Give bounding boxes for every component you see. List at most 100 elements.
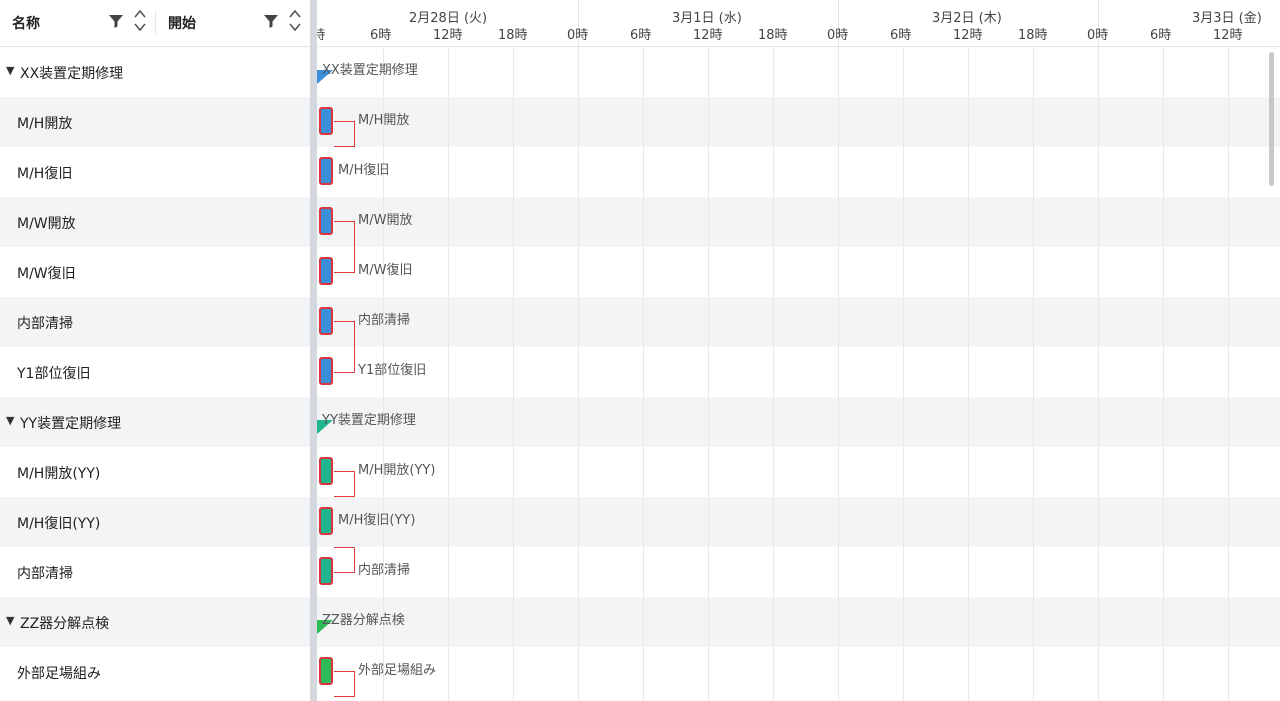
grid-row[interactable]: Y1部位復旧 [0,347,310,397]
hour-label: 12時 [953,28,983,43]
task-label: M/W復旧 [358,263,413,278]
task-label: M/H復旧(YY) [338,513,416,528]
collapse-arrow-icon[interactable]: ▼ [6,614,14,627]
dependency-link[interactable] [334,221,355,273]
task-bar[interactable] [319,557,333,585]
filter-icon[interactable] [263,13,279,29]
column-divider[interactable] [155,10,156,34]
grid-row[interactable]: 内部清掃 [0,547,310,597]
grid-line [513,46,514,701]
dependency-link[interactable] [334,321,355,373]
grid-row[interactable]: M/H復旧 [0,147,310,197]
row-label: M/W復旧 [17,266,76,282]
grid-line [838,46,839,701]
row-label: ZZ器分解点検 [20,616,110,632]
grid-row[interactable]: 外部足場組み [0,647,310,697]
gantt-row [317,297,1280,347]
grid-row[interactable]: 内部清掃 [0,297,310,347]
collapse-arrow-icon[interactable]: ▼ [6,414,14,427]
dependency-link[interactable] [334,547,355,573]
gantt-row [317,397,1280,447]
row-label: M/H開放(YY) [17,466,101,482]
hour-label: 0時 [1087,28,1109,43]
hour-label: 0時 [567,28,589,43]
timeline-header: 2月28日 (火) 3月1日 (水) 3月2日 (木) 3月3日 (金) 0時 … [317,0,1280,47]
row-label: M/W開放 [17,216,76,232]
task-label: YY装置定期修理 [322,413,416,428]
grid-header: 名称 開始 [0,0,310,47]
row-label: XX装置定期修理 [20,66,124,82]
grid-line [1033,46,1034,701]
gantt-row [317,247,1280,297]
grid-line [903,46,904,701]
gantt-chart: 2月28日 (火) 3月1日 (水) 3月2日 (木) 3月3日 (金) 0時 … [317,0,1280,701]
hour-label: 18時 [498,28,528,43]
task-bar[interactable] [319,157,333,185]
grid-line [773,46,774,701]
row-label: 内部清掃 [17,316,73,332]
grid-line [643,46,644,701]
collapse-arrow-icon[interactable]: ▼ [6,64,14,77]
hour-label: 12時 [433,28,463,43]
gantt-row [317,447,1280,497]
task-bar[interactable] [319,457,333,485]
task-grid: 名称 開始 ▼ XX装置定期修理 M/H開放 M/H復旧 M/W開放 M/W復旧… [0,0,310,701]
sort-icon[interactable] [288,8,302,34]
grid-row[interactable]: M/H復旧(YY) [0,497,310,547]
task-bar[interactable] [319,207,333,235]
column-header-start[interactable]: 開始 [168,13,196,33]
grid-row[interactable]: M/H開放 [0,97,310,147]
gantt-row [317,147,1280,197]
hour-label: 12時 [693,28,723,43]
gantt-row [317,347,1280,397]
dependency-link[interactable] [334,471,355,497]
hour-label: 6時 [1150,28,1172,43]
gantt-row [317,547,1280,597]
task-bar[interactable] [319,657,333,685]
column-header-name[interactable]: 名称 [12,13,40,33]
grid-line [1163,46,1164,701]
hour-label: 18時 [758,28,788,43]
hour-label: 18時 [1018,28,1048,43]
gantt-row [317,197,1280,247]
sort-icon[interactable] [133,8,147,34]
gantt-row [317,647,1280,697]
row-label: 内部清掃 [17,566,73,582]
dependency-link[interactable] [334,121,355,147]
resize-splitter[interactable] [310,0,317,701]
row-label: M/H復旧(YY) [17,516,101,532]
dependency-link[interactable] [334,671,355,697]
task-label: XX装置定期修理 [322,63,418,78]
hour-label: 0時 [317,28,326,43]
grid-row-group[interactable]: ▼ ZZ器分解点検 [0,597,310,647]
grid-line [708,46,709,701]
gantt-row [317,97,1280,147]
grid-row[interactable]: M/W復旧 [0,247,310,297]
task-bar[interactable] [319,107,333,135]
task-bar[interactable] [319,357,333,385]
hour-label: 12時 [1213,28,1243,43]
row-label: 外部足場組み [17,666,101,682]
task-label: M/H開放 [358,113,410,128]
row-label: Y1部位復旧 [17,366,91,382]
grid-row-group[interactable]: ▼ XX装置定期修理 [0,47,310,97]
task-label: Y1部位復旧 [358,363,427,378]
vertical-scrollbar-thumb[interactable] [1269,52,1274,186]
gantt-row [317,597,1280,647]
grid-row[interactable]: M/W開放 [0,197,310,247]
task-bar[interactable] [319,257,333,285]
gantt-row [317,47,1280,97]
task-label: M/H復旧 [338,163,390,178]
task-bar[interactable] [319,307,333,335]
row-label: YY装置定期修理 [20,416,122,432]
grid-line [448,46,449,701]
filter-icon[interactable] [108,13,124,29]
hour-label: 0時 [827,28,849,43]
grid-row[interactable]: M/H開放(YY) [0,447,310,497]
task-bar[interactable] [319,507,333,535]
hour-label: 6時 [630,28,652,43]
grid-line [578,46,579,701]
grid-row-group[interactable]: ▼ YY装置定期修理 [0,397,310,447]
task-label: M/W開放 [358,213,413,228]
task-label: 内部清掃 [358,563,411,578]
